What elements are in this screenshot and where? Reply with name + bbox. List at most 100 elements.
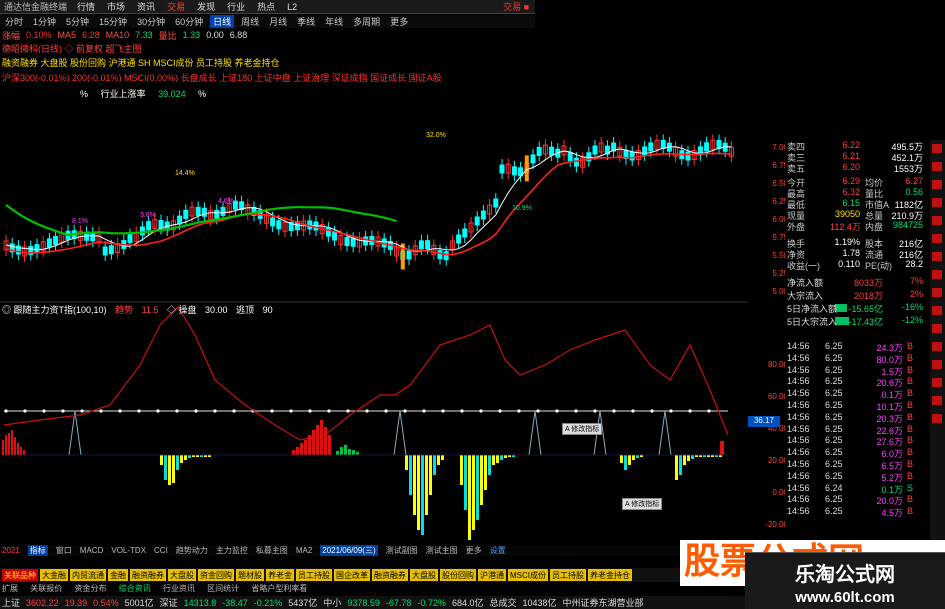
ext-item[interactable]: 省略户型利率看 <box>251 584 307 593</box>
sector-tag[interactable]: 关联品种 <box>2 569 38 581</box>
tab-cci[interactable]: CCI <box>154 546 168 555</box>
sector-tag[interactable]: 养老金持仓 <box>588 569 632 581</box>
side-button[interactable] <box>932 162 942 171</box>
trade-button[interactable]: 交易 ■ <box>497 0 535 13</box>
period-15min[interactable]: 15分钟 <box>96 15 130 28</box>
side-button[interactable] <box>932 198 942 207</box>
period-week[interactable]: 周线 <box>238 15 262 28</box>
side-button[interactable] <box>932 288 942 297</box>
sector-tag[interactable]: 员工持股 <box>550 569 586 581</box>
sector-tag[interactable]: 国企改革 <box>334 569 370 581</box>
menu-item-faxian[interactable]: 发现 <box>191 0 221 13</box>
period-60min[interactable]: 60分钟 <box>172 15 206 28</box>
side-button[interactable] <box>932 342 942 351</box>
tab-more[interactable]: 更多 <box>466 545 482 556</box>
concept-tags-line[interactable]: 融资融券 大盘股 股份回购 沪港通 SH MSCI成份 员工持股 养老金持仓 <box>2 56 402 67</box>
menu-item-zixun[interactable]: 资讯 <box>131 0 161 13</box>
tab-ma2[interactable]: MA2 <box>296 546 312 555</box>
side-button[interactable] <box>932 234 942 243</box>
tab-indicator[interactable]: 指标 <box>27 545 48 556</box>
tab-main-force[interactable]: 主力监控 <box>216 545 248 556</box>
candle-body <box>108 245 114 255</box>
ext-item[interactable]: 扩展 <box>2 584 18 593</box>
tab-test-main[interactable]: 测试主图 <box>426 545 458 556</box>
tab-trend[interactable]: 趋势动力 <box>176 545 208 556</box>
period-multi[interactable]: 多周期 <box>350 15 383 28</box>
negative-bar <box>504 455 507 458</box>
positive-bar <box>316 425 319 455</box>
menu-item-jiaoyi[interactable]: 交易 <box>161 0 191 13</box>
period-more[interactable]: 更多 <box>387 15 411 28</box>
sector-tag[interactable]: 股份回购 <box>440 569 476 581</box>
menu-item-hangqing[interactable]: 行情 <box>71 0 101 13</box>
tab-settings[interactable]: 设置 <box>490 545 506 556</box>
sector-tag[interactable]: MSCI成份 <box>508 569 548 581</box>
candle-body <box>53 235 59 245</box>
modify-indicator-tag-2[interactable]: A 修改指标 <box>622 498 663 510</box>
tab-test-sub[interactable]: 测试副图 <box>386 545 418 556</box>
modify-indicator-tag-1[interactable]: A 修改指标 <box>562 423 603 435</box>
ext-item[interactable]: 资金分布 <box>74 584 106 593</box>
menu-item-hangye[interactable]: 行业 <box>221 0 251 13</box>
side-button[interactable] <box>932 144 942 153</box>
price-tick: 5.00 <box>772 287 788 296</box>
side-button[interactable] <box>932 306 942 315</box>
sector-tag[interactable]: 题材股 <box>236 569 264 581</box>
tab-vol[interactable]: VOL-TDX <box>111 546 146 555</box>
period-season[interactable]: 季线 <box>294 15 318 28</box>
side-button[interactable] <box>932 252 942 261</box>
candle-body <box>567 152 573 162</box>
sector-tag[interactable]: 大盘股 <box>168 569 196 581</box>
side-button[interactable] <box>932 396 942 405</box>
menu-item-shichang[interactable]: 市场 <box>101 0 131 13</box>
side-button[interactable] <box>932 216 942 225</box>
period-30min[interactable]: 30分钟 <box>134 15 168 28</box>
indicator-title[interactable]: ◎ 跟随主力资T指(100,10) <box>2 305 107 315</box>
tab-private-main[interactable]: 私募主图 <box>256 545 288 556</box>
positive-bar-green <box>348 449 351 455</box>
tab-macd[interactable]: MACD <box>80 546 104 555</box>
side-button[interactable] <box>932 360 942 369</box>
ext-item[interactable]: 行业资讯 <box>163 584 195 593</box>
ext-item[interactable]: 关联报价 <box>30 584 62 593</box>
side-button[interactable] <box>932 324 942 333</box>
sector-tag[interactable]: 大金融 <box>40 569 68 581</box>
sector-tag[interactable]: 员工持股 <box>296 569 332 581</box>
period-5min[interactable]: 5分钟 <box>63 15 92 28</box>
index-membership-line[interactable]: 沪深300(-0.01%) 200(-0.01%) MSCI(0.00%) 长盘… <box>2 71 442 82</box>
side-button[interactable] <box>932 180 942 189</box>
sector-tag[interactable]: 金融 <box>108 569 128 581</box>
tick-time: 14:56 <box>787 388 810 399</box>
side-button[interactable] <box>932 270 942 279</box>
negative-bar <box>620 455 623 463</box>
tab-window[interactable]: 窗口 <box>56 545 72 556</box>
menu-item-l2[interactable]: L2 <box>281 2 303 12</box>
sector-tag[interactable]: 内贸流通 <box>70 569 106 581</box>
period-month[interactable]: 月线 <box>266 15 290 28</box>
candle-body <box>456 234 462 244</box>
menu-item-redian[interactable]: 热点 <box>251 0 281 13</box>
side-button[interactable] <box>932 378 942 387</box>
period-day[interactable]: 日线 <box>210 15 235 28</box>
sector-tag[interactable]: 养老金 <box>266 569 294 581</box>
zx-amount: 684.0亿 <box>451 598 484 608</box>
kline-and-indicator-chart[interactable]: 14.4% 8.1% 3.6% 4.6% 32.0% 10.9% <box>0 95 748 545</box>
side-button-strip[interactable] <box>930 140 945 540</box>
period-fenshi[interactable]: 分时 <box>2 15 26 28</box>
negative-bar <box>188 455 191 458</box>
sector-tag[interactable]: 大盘股 <box>410 569 438 581</box>
period-year[interactable]: 年线 <box>322 15 346 28</box>
sector-tag[interactable]: 沪港通 <box>478 569 506 581</box>
sector-tag[interactable]: 资金回购 <box>198 569 234 581</box>
candle-body <box>270 217 276 227</box>
negative-bar <box>679 455 682 475</box>
percent-annotation: 8.1% <box>72 218 88 225</box>
app-brand: 通达信金融终端 <box>4 2 68 12</box>
ext-item[interactable]: 综合资讯 <box>119 584 151 593</box>
period-1min[interactable]: 1分钟 <box>30 15 59 28</box>
side-button[interactable] <box>932 414 942 423</box>
negative-bar <box>632 455 635 460</box>
sector-tag[interactable]: 融资融券 <box>372 569 408 581</box>
ext-item[interactable]: 区间统计 <box>207 584 239 593</box>
sector-tag[interactable]: 融资融券 <box>130 569 166 581</box>
